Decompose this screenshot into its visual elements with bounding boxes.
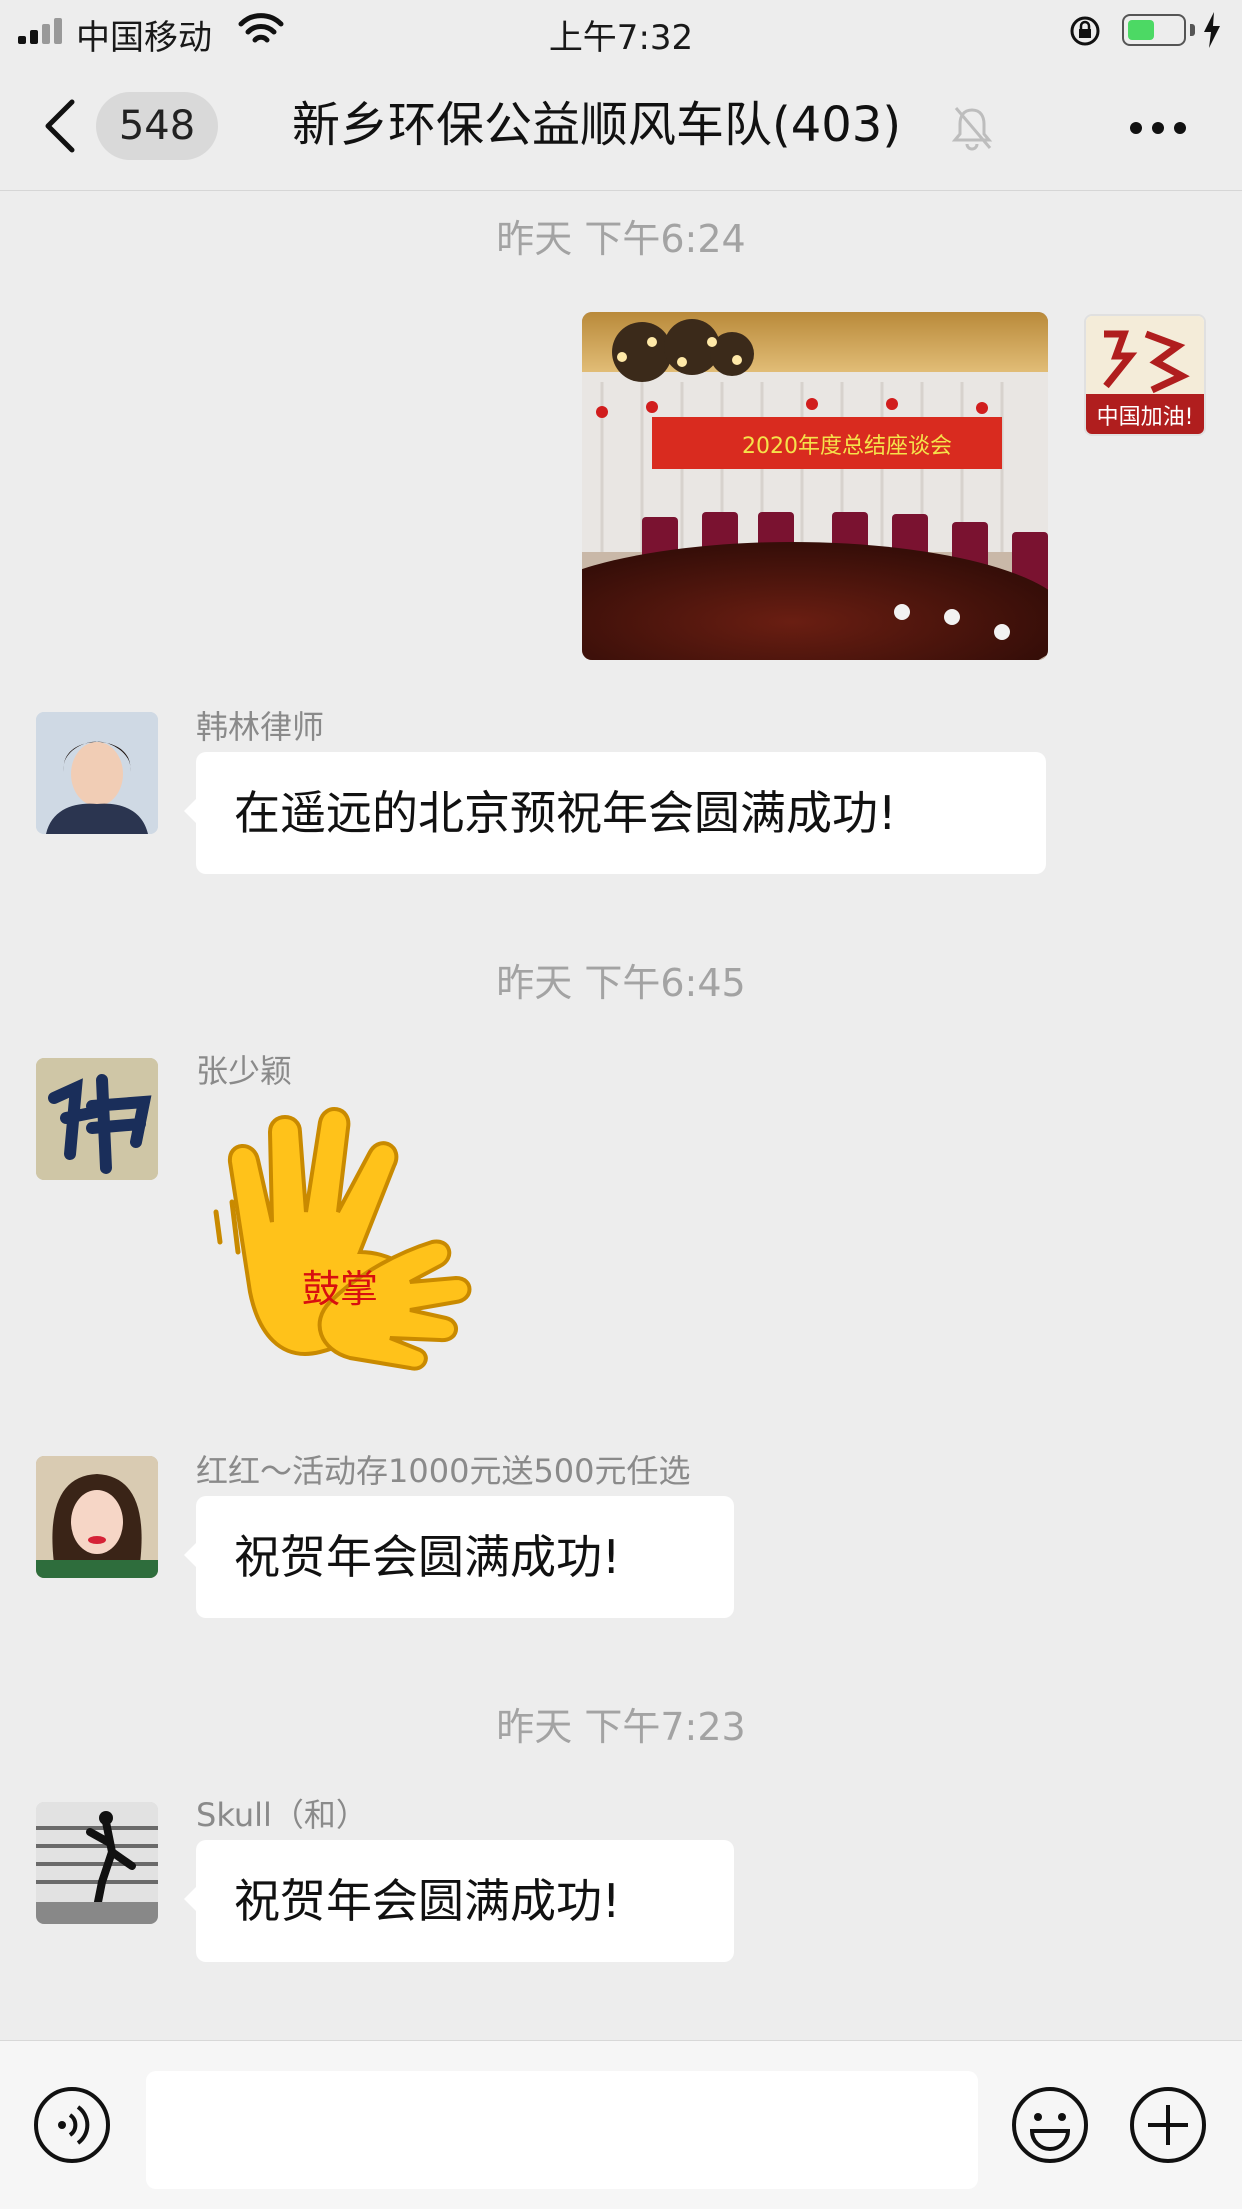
avatar-caption: 中国加油!	[1097, 405, 1194, 430]
timestamp: 昨天 下午6:24	[496, 217, 746, 261]
sticker-caption: 鼓掌	[302, 1267, 378, 1311]
image-message[interactable]: 2020年度总结座谈会	[582, 312, 1048, 660]
emoji-icon[interactable]	[1010, 2085, 1090, 2165]
banquet-photo: 2020年度总结座谈会	[582, 312, 1048, 660]
avatar-sender[interactable]	[36, 712, 158, 834]
sender-name: 红红～活动存1000元送500元任选	[196, 1452, 691, 1490]
chat-header: 548 新乡环保公益顺风车队(403)	[0, 60, 1242, 191]
sender-name: 韩林律师	[196, 708, 325, 746]
charging-bolt-icon	[1204, 12, 1220, 48]
avatar-image	[36, 712, 158, 834]
battery-icon	[1122, 14, 1186, 46]
message-input[interactable]	[146, 2071, 978, 2189]
banner-text: 2020年度总结座谈会	[742, 434, 952, 459]
avatar-image	[36, 1456, 158, 1578]
chat-title: 新乡环保公益顺风车队(403)	[292, 97, 902, 153]
text-message-bubble[interactable]: 祝贺年会圆满成功!	[184, 1840, 734, 1962]
battery-tip	[1190, 24, 1195, 36]
text-message-bubble[interactable]: 祝贺年会圆满成功!	[184, 1496, 734, 1618]
mute-bell-icon	[951, 107, 993, 151]
back-icon[interactable]	[40, 98, 80, 154]
avatar-sender[interactable]	[36, 1058, 158, 1180]
clapping-hands-icon: 鼓掌	[213, 1107, 472, 1371]
timestamp: 昨天 下午6:45	[496, 961, 746, 1005]
avatar-image: 中国加油!	[1086, 316, 1204, 434]
my-avatar[interactable]: 中国加油!	[1084, 314, 1206, 436]
sender-name: 张少颖	[196, 1052, 293, 1090]
input-bar	[0, 2040, 1242, 2209]
avatar-sender[interactable]	[36, 1456, 158, 1578]
more-options-icon[interactable]	[1130, 122, 1186, 134]
avatar-image	[36, 1058, 158, 1180]
avatar-image	[36, 1802, 158, 1924]
sender-name: Skull（和）	[196, 1796, 368, 1834]
more-functions-plus-icon[interactable]	[1128, 2085, 1208, 2165]
timestamp: 昨天 下午7:23	[496, 1705, 746, 1749]
avatar-sender[interactable]	[36, 1802, 158, 1924]
applause-sticker[interactable]: 鼓掌	[210, 1102, 510, 1392]
status-bar: 中国移动 上午7:32	[0, 0, 1242, 60]
voice-input-icon[interactable]	[32, 2085, 112, 2165]
text-message-bubble[interactable]: 在遥远的北京预祝年会圆满成功!	[184, 752, 1046, 874]
rotation-lock-icon	[1070, 16, 1100, 46]
clock: 上午7:32	[548, 18, 694, 58]
unread-count-badge[interactable]: 548	[96, 92, 218, 160]
